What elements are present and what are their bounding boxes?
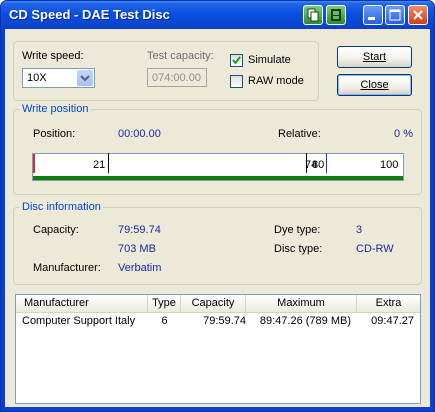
- position-label: Position:: [33, 128, 76, 140]
- dye-type-label: Dye type:: [274, 224, 321, 236]
- manufacturer-value: Verbatim: [118, 262, 162, 274]
- write-speed-select[interactable]: 10X: [22, 68, 95, 88]
- write-position-title: Write position: [20, 103, 91, 115]
- write-speed-label: Write speed:: [22, 50, 84, 62]
- maximize-button[interactable]: [385, 5, 405, 25]
- dye-type-value: 3: [356, 224, 363, 236]
- cell-extra: 09:47.27: [371, 315, 414, 327]
- cell-capacity: 79:59.74: [203, 315, 246, 327]
- manufacturer-label: Manufacturer:: [33, 262, 101, 274]
- test-capacity-label: Test capacity:: [147, 50, 214, 62]
- mark-21-label: 21: [93, 159, 106, 171]
- check-icon: [232, 56, 241, 65]
- relative-value: 0 %: [394, 128, 413, 140]
- disc-type-value: CD-RW: [356, 243, 394, 255]
- minimize-button[interactable]: [363, 5, 383, 25]
- disc-type-label: Disc type:: [274, 243, 323, 255]
- test-capacity-value: 074:00.00: [152, 72, 201, 84]
- progress-track: [33, 176, 403, 180]
- mark-100-label: 100: [380, 159, 399, 171]
- column-capacity[interactable]: Capacity: [181, 295, 246, 312]
- results-table[interactable]: Manufacturer Type Capacity Maximum Extra…: [15, 294, 421, 404]
- column-extra[interactable]: Extra: [357, 295, 420, 312]
- cell-type: 6: [161, 315, 168, 327]
- close-button[interactable]: Close: [337, 74, 412, 96]
- raw-mode-checkbox[interactable]: [230, 75, 243, 88]
- start-button-label: Start: [362, 51, 387, 63]
- capacity-time: 79:59.74: [118, 224, 161, 236]
- table-header: Manufacturer Type Capacity Maximum Extra: [16, 295, 420, 313]
- start-button[interactable]: Start: [337, 46, 412, 68]
- client-area: Write speed: 10X Test capacity: 074:00.0…: [5, 29, 430, 407]
- chevron-down-icon[interactable]: [77, 70, 93, 86]
- close-button-label: Close: [360, 79, 389, 91]
- maximize-icon: [389, 9, 401, 21]
- position-marker: [33, 154, 35, 173]
- mark-80-label: 80: [312, 159, 325, 171]
- write-speed-value: 10X: [27, 72, 47, 84]
- app-window: CD Speed - DAE Test Disc Write speed: 10…: [0, 0, 435, 412]
- mark-74-line: [306, 153, 307, 173]
- close-window-button[interactable]: [408, 5, 428, 25]
- cell-manufacturer: Computer Support Italy: [22, 315, 136, 327]
- disc-info-title: Disc information: [20, 201, 103, 213]
- simulate-label[interactable]: Simulate: [248, 54, 291, 66]
- capacity-size: 703 MB: [118, 243, 156, 255]
- disc-info-group: Disc information Capacity: 79:59.74 703 …: [13, 201, 422, 285]
- relative-label: Relative:: [278, 128, 321, 140]
- cell-maximum: 89:47.26 (789 MB): [259, 315, 351, 327]
- close-icon: [413, 10, 423, 20]
- mark-80-line: [326, 153, 327, 173]
- raw-mode-label[interactable]: RAW mode: [248, 75, 304, 87]
- copy-icon[interactable]: [303, 5, 323, 25]
- minimize-icon: [368, 17, 375, 20]
- column-type[interactable]: Type: [148, 295, 181, 312]
- write-position-bar: 21 74 80 100: [32, 153, 404, 181]
- capacity-label: Capacity:: [33, 224, 79, 236]
- write-position-group: Write position Position: 00:00.00 Relati…: [13, 103, 422, 195]
- title-bar[interactable]: CD Speed - DAE Test Disc: [1, 1, 434, 29]
- settings-group: Write speed: 10X Test capacity: 074:00.0…: [13, 41, 319, 101]
- column-maximum[interactable]: Maximum: [246, 295, 357, 312]
- simulate-checkbox[interactable]: [230, 54, 243, 67]
- mark-21-line: [108, 153, 109, 173]
- position-value: 00:00.00: [118, 128, 161, 140]
- window-title: CD Speed - DAE Test Disc: [9, 7, 170, 22]
- test-capacity-field: 074:00.00: [147, 68, 207, 87]
- tool-icon[interactable]: [326, 5, 346, 25]
- column-manufacturer[interactable]: Manufacturer: [16, 295, 148, 312]
